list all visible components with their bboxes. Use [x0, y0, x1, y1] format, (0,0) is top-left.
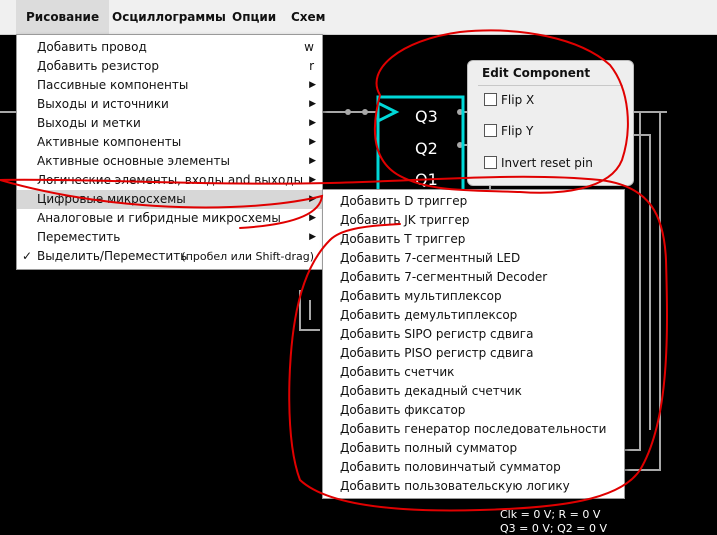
menu-item-passive[interactable]: Пассивные компоненты ▶ [17, 76, 322, 95]
submenu-item-half-adder[interactable]: Добавить половинчатый сумматор [323, 458, 624, 477]
submenu-item-decade-counter[interactable]: Добавить декадный счетчик [323, 382, 624, 401]
submenu-item-sequence-generator[interactable]: Добавить генератор последовательности [323, 420, 624, 439]
status-line-2: Q3 = 0 V; Q2 = 0 V [500, 522, 607, 535]
submenu-item-t-flipflop[interactable]: Добавить T триггер [323, 230, 624, 249]
chip-pin-q1: Q1 [415, 170, 438, 189]
option-label: Invert reset pin [501, 156, 593, 170]
menu-item-active[interactable]: Активные компоненты ▶ [17, 133, 322, 152]
checkbox-icon[interactable] [484, 124, 497, 137]
flip-y-option[interactable]: Flip Y [484, 124, 533, 138]
submenu-arrow-icon: ▶ [309, 175, 316, 185]
menu-options[interactable]: Опции [222, 0, 286, 34]
status-line-1: Clk = 0 V; R = 0 V [500, 508, 601, 521]
chip-pin-q2: Q2 [415, 139, 438, 158]
submenu-item-counter[interactable]: Добавить счетчик [323, 363, 624, 382]
menu-item-add-resistor[interactable]: Добавить резистор r [17, 57, 322, 76]
submenu-item-piso[interactable]: Добавить PISO регистр сдвига [323, 344, 624, 363]
submenu-item-demultiplexer[interactable]: Добавить демультиплексор [323, 306, 624, 325]
checkmark-icon: ✓ [22, 249, 33, 263]
submenu-arrow-icon: ▶ [309, 194, 316, 204]
submenu-arrow-icon: ▶ [309, 118, 316, 128]
submenu-arrow-icon: ▶ [309, 137, 316, 147]
submenu-arrow-icon: ▶ [309, 99, 316, 109]
checkbox-icon[interactable] [484, 156, 497, 169]
submenu-arrow-icon: ▶ [309, 80, 316, 90]
submenu-item-custom-logic[interactable]: Добавить пользовательскую логику [323, 477, 624, 496]
submenu-item-sipo[interactable]: Добавить SIPO регистр сдвига [323, 325, 624, 344]
submenu-item-7seg-led[interactable]: Добавить 7-сегментный LED [323, 249, 624, 268]
option-label: Flip X [501, 93, 535, 107]
submenu-item-d-flipflop[interactable]: Добавить D триггер [323, 192, 624, 211]
edit-component-panel: Edit Component Flip X Flip Y Invert rese… [467, 60, 634, 186]
menu-bar: Рисование Осциллограммы Опции Схем [0, 0, 717, 35]
flip-x-option[interactable]: Flip X [484, 93, 534, 107]
menu-item-select-move[interactable]: ✓ Выделить/Переместить (пробел или Shift… [17, 247, 322, 266]
option-label: Flip Y [501, 124, 534, 138]
submenu-item-multiplexer[interactable]: Добавить мультиплексор [323, 287, 624, 306]
submenu-arrow-icon: ▶ [309, 232, 316, 242]
invert-reset-pin-option[interactable]: Invert reset pin [484, 156, 593, 170]
submenu-arrow-icon: ▶ [309, 156, 316, 166]
menu-drawing[interactable]: Рисование [16, 0, 110, 34]
menu-item-outputs-labels[interactable]: Выходы и метки ▶ [17, 114, 322, 133]
drawing-menu: Добавить провод w Добавить резистор r Пасс… [16, 34, 323, 270]
menu-item-logic-gates[interactable]: Логические элементы, входы and выходы ▶ [17, 171, 322, 190]
submenu-item-latch[interactable]: Добавить фиксатор [323, 401, 624, 420]
edit-component-title: Edit Component [482, 66, 591, 80]
submenu-arrow-icon: ▶ [309, 213, 316, 223]
chip-pin-q3: Q3 [415, 107, 438, 126]
menu-oscillograms[interactable]: Осциллограммы [102, 0, 236, 34]
menu-item-active-basic[interactable]: Активные основные элементы ▶ [17, 152, 322, 171]
submenu-item-7seg-decoder[interactable]: Добавить 7-сегментный Decoder [323, 268, 624, 287]
menu-item-analog-chips[interactable]: Аналоговые и гибридные микросхемы ▶ [17, 209, 322, 228]
menu-item-digital-chips[interactable]: Цифровые микросхемы ▶ [17, 190, 322, 209]
submenu-item-jk-flipflop[interactable]: Добавить JK триггер [323, 211, 624, 230]
menu-item-move[interactable]: Переместить ▶ [17, 228, 322, 247]
menu-item-outputs-sources[interactable]: Выходы и источники ▶ [17, 95, 322, 114]
menu-item-add-wire[interactable]: Добавить провод w [17, 38, 322, 57]
submenu-item-full-adder[interactable]: Добавить полный сумматор [323, 439, 624, 458]
digital-chips-submenu: Добавить D триггер Добавить JK триггер Д… [322, 189, 625, 499]
divider [478, 85, 623, 86]
checkbox-icon[interactable] [484, 93, 497, 106]
menu-circuits[interactable]: Схем [281, 0, 336, 34]
